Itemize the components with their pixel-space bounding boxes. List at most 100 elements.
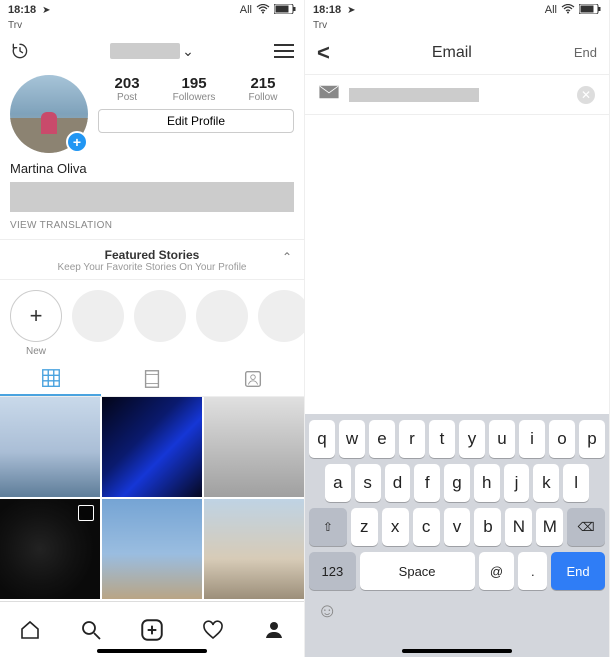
story-row: + New xyxy=(0,280,304,361)
grid-photo[interactable] xyxy=(0,397,100,497)
edit-profile-button[interactable]: Edit Profile xyxy=(98,109,294,133)
tab-feed[interactable] xyxy=(101,361,202,396)
home-indicator[interactable] xyxy=(402,649,512,653)
stat-following[interactable]: 215 Follow xyxy=(249,75,278,103)
grid-photo[interactable] xyxy=(102,499,202,599)
email-input-row: ✕ xyxy=(305,75,609,115)
tab-grid[interactable] xyxy=(0,361,101,396)
username-dropdown[interactable]: ⌄ xyxy=(110,43,194,60)
key-t[interactable]: t xyxy=(429,420,455,458)
status-right: All xyxy=(545,4,601,17)
right-phone: 18:18 ➤ All Trv < Email End ✕ qwertyuiop… xyxy=(305,0,610,657)
key-⇧[interactable]: ⇧ xyxy=(309,508,347,546)
home-indicator[interactable] xyxy=(97,649,207,653)
key-r[interactable]: r xyxy=(399,420,425,458)
stat-followers[interactable]: 195 Followers xyxy=(173,75,216,103)
history-icon[interactable] xyxy=(10,41,30,61)
page-title: Email xyxy=(330,44,574,62)
key-z[interactable]: z xyxy=(351,508,378,546)
bottom-nav xyxy=(0,601,304,657)
location-icon: ➤ xyxy=(347,5,355,16)
key-q[interactable]: q xyxy=(309,420,335,458)
key-i[interactable]: i xyxy=(519,420,545,458)
key-x[interactable]: x xyxy=(382,508,409,546)
back-try[interactable]: Trv xyxy=(305,20,609,31)
status-mode: All xyxy=(240,4,252,16)
envelope-icon xyxy=(319,85,339,104)
key-b[interactable]: b xyxy=(474,508,501,546)
key-c[interactable]: c xyxy=(413,508,440,546)
emoji-button[interactable]: ☺ xyxy=(309,596,605,623)
wifi-icon xyxy=(256,4,270,17)
chevron-down-icon: ⌄ xyxy=(182,43,194,60)
keyboard: qwertyuiop asdfghjkl ⇧zxcvbNM⌫ 123 Space… xyxy=(305,414,609,657)
grid-photo[interactable] xyxy=(204,397,304,497)
key-j[interactable]: j xyxy=(504,464,530,502)
nav-search[interactable] xyxy=(78,617,104,643)
clear-button[interactable]: ✕ xyxy=(577,86,595,104)
story-placeholder[interactable] xyxy=(72,290,124,357)
key-N[interactable]: N xyxy=(505,508,532,546)
back-try[interactable]: Trv xyxy=(0,20,304,31)
key-w[interactable]: w xyxy=(339,420,365,458)
key-p[interactable]: p xyxy=(579,420,605,458)
grid-photo[interactable] xyxy=(102,397,202,497)
stat-posts[interactable]: 203 Post xyxy=(115,75,140,103)
view-tabs xyxy=(0,361,304,397)
key-o[interactable]: o xyxy=(549,420,575,458)
key-e[interactable]: e xyxy=(369,420,395,458)
add-story-badge[interactable]: + xyxy=(66,131,88,153)
story-new[interactable]: + New xyxy=(10,290,62,357)
key-y[interactable]: y xyxy=(459,420,485,458)
nav-activity[interactable] xyxy=(200,617,226,643)
grid-photo[interactable] xyxy=(0,499,100,599)
grid-photo[interactable] xyxy=(204,499,304,599)
key-k[interactable]: k xyxy=(533,464,559,502)
key-a[interactable]: a xyxy=(325,464,351,502)
tab-tagged[interactable] xyxy=(203,361,304,396)
status-time: 18:18 xyxy=(313,4,341,16)
key-u[interactable]: u xyxy=(489,420,515,458)
key-dot[interactable]: . xyxy=(518,552,547,590)
chevron-up-icon[interactable]: ⌃ xyxy=(282,250,292,264)
bio-redacted xyxy=(10,182,294,212)
nav-profile[interactable] xyxy=(261,617,287,643)
menu-button[interactable] xyxy=(274,44,294,58)
ig-header: ⌄ xyxy=(0,31,304,71)
key-end[interactable]: End xyxy=(551,552,605,590)
back-button[interactable]: < xyxy=(317,40,330,66)
key-l[interactable]: l xyxy=(563,464,589,502)
avatar[interactable]: + xyxy=(10,75,88,153)
story-placeholder[interactable] xyxy=(134,290,186,357)
email-value-redacted[interactable] xyxy=(349,88,479,102)
key-M[interactable]: M xyxy=(536,508,563,546)
status-time: 18:18 xyxy=(8,4,36,16)
email-header: < Email End xyxy=(305,31,609,75)
key-g[interactable]: g xyxy=(444,464,470,502)
status-mode: All xyxy=(545,4,557,16)
view-translation[interactable]: VIEW TRANSLATION xyxy=(0,216,304,239)
status-right: All xyxy=(240,4,296,17)
end-button[interactable]: End xyxy=(574,45,597,60)
battery-icon xyxy=(579,4,601,17)
nav-home[interactable] xyxy=(17,617,43,643)
location-icon: ➤ xyxy=(42,5,50,16)
story-placeholder[interactable] xyxy=(196,290,248,357)
key-v[interactable]: v xyxy=(444,508,471,546)
key-at[interactable]: @ xyxy=(479,552,515,590)
story-placeholder[interactable] xyxy=(258,290,304,357)
key-s[interactable]: s xyxy=(355,464,381,502)
key-space[interactable]: Space xyxy=(360,552,475,590)
profile-row: + 203 Post 195 Followers 215 Follow Edit… xyxy=(0,71,304,157)
display-name: Martina Oliva xyxy=(0,157,304,178)
key-f[interactable]: f xyxy=(414,464,440,502)
nav-add[interactable] xyxy=(139,617,165,643)
key-⌫[interactable]: ⌫ xyxy=(567,508,605,546)
key-numbers[interactable]: 123 xyxy=(309,552,356,590)
photo-grid xyxy=(0,397,304,599)
left-phone: 18:18 ➤ All Trv ⌄ + xyxy=(0,0,305,657)
featured-stories: Featured Stories Keep Your Favorite Stor… xyxy=(0,239,304,280)
key-h[interactable]: h xyxy=(474,464,500,502)
key-d[interactable]: d xyxy=(385,464,411,502)
status-bar: 18:18 ➤ All xyxy=(305,0,609,20)
